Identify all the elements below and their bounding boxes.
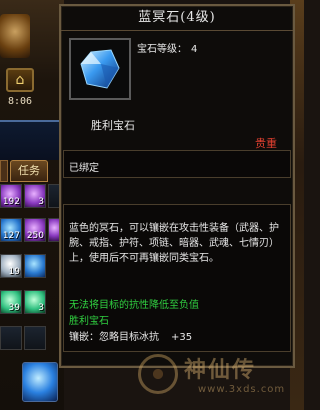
selected-gem-slot[interactable]	[22, 362, 58, 402]
slot-count: 250	[26, 231, 44, 241]
item-tooltip: 蓝冥石(4级) 宝石等级： 4 胜利宝石 贵重 已绑定 蓝色的冥石，可以镶嵌在攻击…	[59, 4, 295, 368]
slot-count: 127	[2, 231, 20, 241]
item-name: 蓝冥石	[138, 10, 181, 25]
inlay-label: 镶嵌：忽略目标冰抗	[69, 332, 159, 343]
tab-task[interactable]: 任务	[10, 160, 48, 182]
inventory-slot[interactable]: 3	[24, 184, 46, 208]
inventory-slot[interactable]: 250	[24, 218, 46, 242]
slot-count: 39	[8, 303, 20, 313]
clock-icon[interactable]: ⌂	[6, 68, 34, 92]
inventory-slot[interactable]	[0, 326, 22, 350]
inlay-value: +35	[171, 332, 193, 343]
tab-stub[interactable]	[0, 160, 8, 182]
item-level-tag: (4级)	[180, 10, 216, 25]
watermark-logo-icon	[138, 354, 178, 394]
inventory-slot[interactable]	[24, 254, 46, 278]
clock-time: 8:06	[8, 96, 33, 107]
rarity-label: 贵重	[255, 137, 277, 150]
minimap-frame	[0, 120, 62, 160]
item-description: 蓝色的冥石，可以镶嵌在攻击性装备（武器、护腕、戒指、护符、项链、暗器、武魂、七情…	[69, 223, 279, 264]
set-name: 胜利宝石	[69, 316, 109, 327]
inlay-bonus: 镶嵌：忽略目标冰抗 +35	[69, 328, 192, 343]
slot-count: 192	[2, 197, 20, 207]
slot-count: 19	[8, 267, 20, 277]
character-avatar[interactable]	[0, 14, 30, 58]
blue-gem-icon	[80, 49, 120, 89]
title-divider	[61, 30, 293, 31]
inventory-slot[interactable]: 3	[24, 290, 46, 314]
inventory-slot[interactable]: 192	[0, 184, 22, 208]
item-icon-frame	[69, 38, 131, 100]
gem-level-label: 宝石等级：	[137, 44, 187, 55]
effect-line: 无法将目标的抗性降低至负值	[69, 300, 199, 311]
gem-level-value: 4	[191, 44, 198, 55]
slot-count: 3	[38, 197, 44, 207]
bound-status: 已绑定	[69, 163, 99, 174]
item-title: 蓝冥石(4级)	[61, 6, 293, 30]
watermark-url: www.3xds.com	[198, 384, 286, 395]
slot-count: 3	[38, 303, 44, 313]
inventory-slot[interactable]: 39	[0, 290, 22, 314]
inventory-slot[interactable]: 19	[0, 254, 22, 278]
watermark-text: 神仙传	[184, 357, 257, 383]
item-subtitle: 胜利宝石	[91, 119, 135, 132]
inventory-slot[interactable]	[24, 326, 46, 350]
inventory-slot[interactable]: 127	[0, 218, 22, 242]
site-watermark: 神仙传 www.3xds.com	[138, 350, 290, 404]
gem-level: 宝石等级： 4	[137, 40, 197, 55]
